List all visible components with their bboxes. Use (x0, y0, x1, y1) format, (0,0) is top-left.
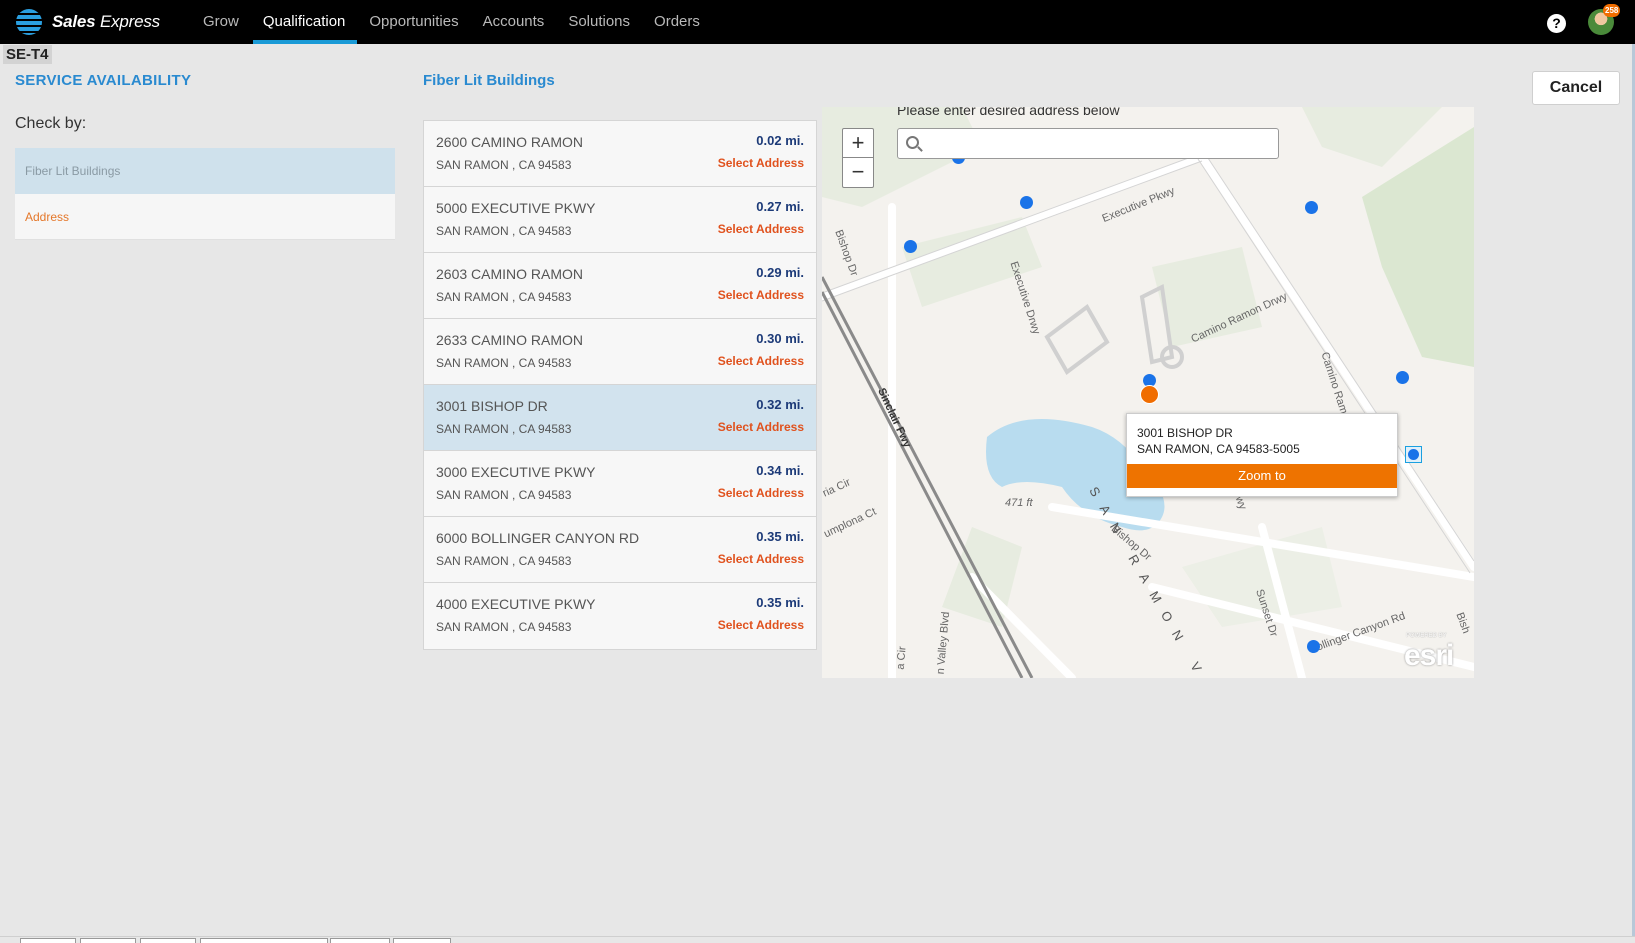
zoom-to-button[interactable]: Zoom to (1127, 464, 1397, 488)
building-item[interactable]: 2633 CAMINO RAMON SAN RAMON , CA 94583 0… (424, 319, 816, 385)
building-city: SAN RAMON , CA 94583 (436, 554, 572, 568)
building-street: 2603 CAMINO RAMON (436, 266, 584, 282)
globe-logo-icon (16, 9, 42, 35)
check-option-fiber-lit-buildings[interactable]: Fiber Lit Buildings (15, 148, 395, 194)
building-distance: 0.34 mi. (756, 463, 804, 478)
building-item[interactable]: 3000 EXECUTIVE PKWY SAN RAMON , CA 94583… (424, 451, 816, 517)
bottom-tab[interactable] (80, 938, 136, 943)
address-search-input[interactable] (897, 128, 1279, 159)
building-list: 2600 CAMINO RAMON SAN RAMON , CA 94583 0… (423, 120, 817, 650)
building-marker[interactable] (904, 240, 917, 253)
building-distance: 0.02 mi. (756, 133, 804, 148)
zoom-out-button[interactable]: − (843, 158, 873, 187)
building-distance: 0.35 mi. (756, 529, 804, 544)
brand-name-light: Express (95, 12, 160, 31)
select-address-link[interactable]: Select Address (718, 288, 804, 302)
zoom-control: + − (842, 128, 874, 188)
building-item[interactable]: 4000 EXECUTIVE PKWY SAN RAMON , CA 94583… (424, 583, 816, 649)
building-marker[interactable] (1396, 371, 1409, 384)
popup-city: SAN RAMON, CA 94583-5005 (1137, 442, 1300, 456)
main-nav: Grow Qualification Opportunities Account… (203, 0, 724, 44)
building-city: SAN RAMON , CA 94583 (436, 620, 572, 634)
building-street: 2600 CAMINO RAMON (436, 134, 584, 150)
building-marker-highlighted[interactable] (1405, 446, 1422, 463)
popup-street: 3001 BISHOP DR (1137, 426, 1233, 440)
select-address-link[interactable]: Select Address (718, 222, 804, 236)
select-address-link[interactable]: Select Address (718, 552, 804, 566)
building-marker[interactable] (1305, 201, 1318, 214)
nav-qualification[interactable]: Qualification (252, 0, 357, 44)
select-address-link[interactable]: Select Address (718, 420, 804, 434)
bottom-tab[interactable] (20, 938, 76, 943)
street-label: a Cir (894, 645, 909, 671)
building-city: SAN RAMON , CA 94583 (436, 158, 572, 172)
environment-tag: SE-T4 (3, 45, 52, 64)
selected-location-marker[interactable] (1140, 385, 1159, 404)
building-distance: 0.30 mi. (756, 331, 804, 346)
top-nav-bar: Sales Express Grow Qualification Opportu… (0, 0, 1635, 44)
building-city: SAN RAMON , CA 94583 (436, 356, 572, 370)
building-item[interactable]: 5000 EXECUTIVE PKWY SAN RAMON , CA 94583… (424, 187, 816, 253)
nav-grow[interactable]: Grow (203, 0, 239, 44)
building-marker[interactable] (1020, 196, 1033, 209)
fiber-lit-buildings-title: Fiber Lit Buildings (423, 72, 555, 89)
select-address-link[interactable]: Select Address (718, 618, 804, 632)
building-distance: 0.35 mi. (756, 595, 804, 610)
nav-opportunities[interactable]: Opportunities (369, 0, 458, 44)
bottom-tab[interactable] (330, 938, 390, 943)
nav-orders[interactable]: Orders (654, 0, 700, 44)
map-popup: 3001 BISHOP DR SAN RAMON, CA 94583-5005 … (1126, 413, 1398, 497)
bottom-tab[interactable] (140, 938, 196, 943)
building-item[interactable]: 6000 BOLLINGER CANYON RD SAN RAMON , CA … (424, 517, 816, 583)
building-city: SAN RAMON , CA 94583 (436, 488, 572, 502)
building-street: 2633 CAMINO RAMON (436, 332, 584, 348)
brand-name-bold: Sales (52, 12, 96, 31)
building-city: SAN RAMON , CA 94583 (436, 290, 572, 304)
building-city: SAN RAMON , CA 94583 (436, 422, 572, 436)
elevation-label: 471 ft (1005, 497, 1033, 509)
cancel-button[interactable]: Cancel (1532, 71, 1620, 105)
building-street: 5000 EXECUTIVE PKWY (436, 200, 596, 216)
building-item-selected[interactable]: 3001 BISHOP DR SAN RAMON , CA 94583 0.32… (424, 385, 816, 451)
notification-badge: 258 (1603, 4, 1621, 17)
service-availability-title: SERVICE AVAILABILITY (15, 72, 192, 89)
building-item[interactable]: 2600 CAMINO RAMON SAN RAMON , CA 94583 0… (424, 121, 816, 187)
building-item[interactable]: 2603 CAMINO RAMON SAN RAMON , CA 94583 0… (424, 253, 816, 319)
bottom-tab[interactable] (393, 938, 451, 943)
zoom-in-button[interactable]: + (843, 129, 873, 158)
check-by-label: Check by: (15, 115, 87, 132)
map-address-prompt: Please enter desired address below (897, 107, 1120, 118)
building-street: 4000 EXECUTIVE PKWY (436, 596, 596, 612)
brand-name: Sales Express (52, 12, 160, 32)
nav-solutions[interactable]: Solutions (568, 0, 630, 44)
nav-accounts[interactable]: Accounts (483, 0, 545, 44)
esri-logo[interactable]: esri (1404, 639, 1454, 673)
building-street: 6000 BOLLINGER CANYON RD (436, 530, 640, 546)
app-logo[interactable]: Sales Express (16, 9, 160, 35)
building-marker[interactable] (1307, 640, 1320, 653)
help-icon[interactable]: ? (1547, 14, 1566, 33)
bottom-tab[interactable] (200, 938, 328, 943)
building-distance: 0.29 mi. (756, 265, 804, 280)
building-street: 3001 BISHOP DR (436, 398, 548, 414)
map-view[interactable]: Executive Pkwy Bishop Dr Executive Drwy … (822, 107, 1474, 678)
check-option-address[interactable]: Address (15, 194, 395, 240)
building-distance: 0.27 mi. (756, 199, 804, 214)
building-street: 3000 EXECUTIVE PKWY (436, 464, 596, 480)
select-address-link[interactable]: Select Address (718, 354, 804, 368)
building-city: SAN RAMON , CA 94583 (436, 224, 572, 238)
select-address-link[interactable]: Select Address (718, 156, 804, 170)
select-address-link[interactable]: Select Address (718, 486, 804, 500)
building-distance: 0.32 mi. (756, 397, 804, 412)
search-icon (906, 136, 919, 149)
